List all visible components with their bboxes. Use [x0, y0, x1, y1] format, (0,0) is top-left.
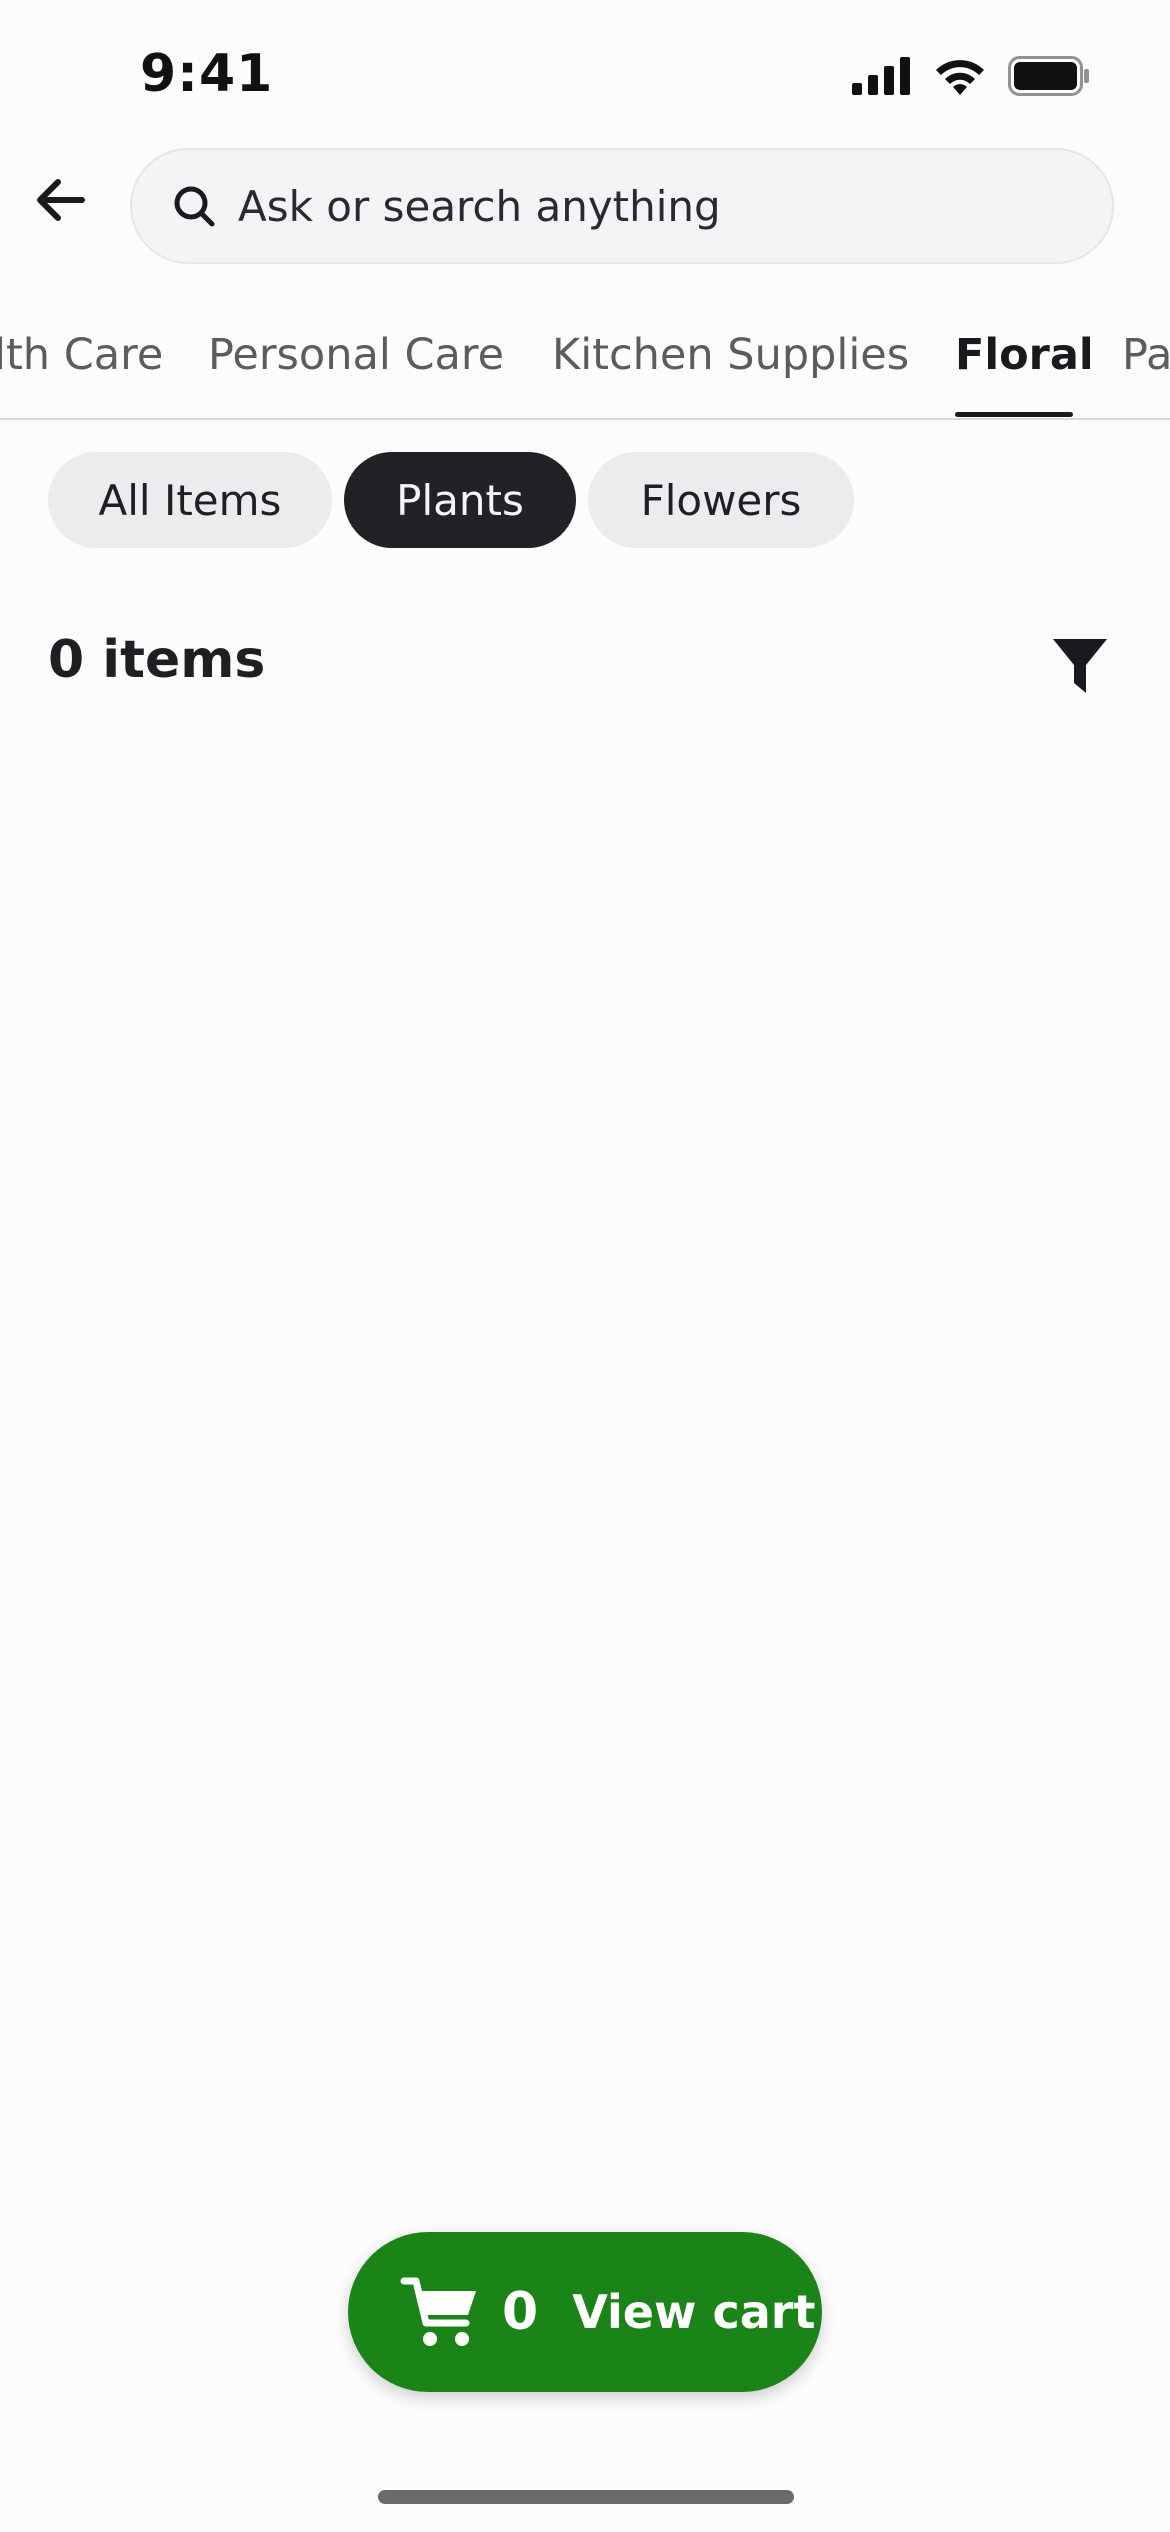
cellular-signal-icon — [852, 57, 910, 95]
chip-plants[interactable]: Plants — [344, 452, 576, 548]
funnel-icon — [1053, 639, 1107, 693]
view-cart-button[interactable]: 0 View cart — [348, 2232, 822, 2392]
home-indicator — [378, 2490, 794, 2504]
shopping-cart-icon — [400, 2277, 476, 2346]
battery-icon — [1008, 56, 1089, 96]
filter-button[interactable] — [1048, 634, 1112, 698]
tab-floral[interactable]: Floral — [955, 330, 1094, 380]
back-button[interactable] — [28, 168, 92, 232]
search-bar[interactable]: Ask or search anything — [130, 148, 1114, 264]
tab-kitchen-supplies[interactable]: Kitchen Supplies — [552, 330, 909, 380]
status-time: 9:41 — [140, 44, 274, 104]
active-tab-indicator — [955, 412, 1073, 417]
status-bar: 9:41 — [0, 0, 1170, 150]
view-cart-label: View cart — [572, 2285, 816, 2339]
category-tabs: lth Care Personal Care Kitchen Supplies … — [0, 300, 1170, 420]
cart-count: 0 — [502, 2282, 539, 2342]
items-count: 0 items — [48, 630, 266, 690]
tab-personal-care[interactable]: Personal Care — [208, 330, 504, 380]
wifi-icon — [936, 60, 984, 95]
arrow-left-icon — [37, 179, 85, 221]
tab-health-care[interactable]: lth Care — [0, 330, 163, 380]
status-icons — [852, 56, 1090, 96]
tab-partial[interactable]: Pa — [1122, 330, 1170, 380]
search-icon — [174, 186, 215, 227]
chip-flowers[interactable]: Flowers — [588, 452, 854, 548]
chip-all-items[interactable]: All Items — [48, 452, 332, 548]
search-input[interactable]: Ask or search anything — [238, 182, 721, 231]
